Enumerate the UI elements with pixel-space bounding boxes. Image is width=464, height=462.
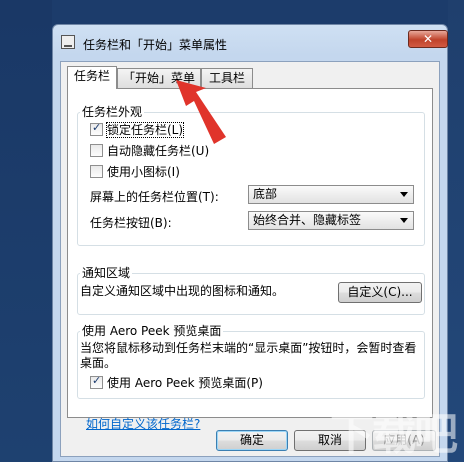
checkbox-box[interactable] xyxy=(90,121,103,136)
button-label: 确定 xyxy=(239,433,264,447)
group-title-appearance: 任务栏外观 xyxy=(80,103,145,120)
taskbar-buttons-label: 任务栏按钮(B): xyxy=(90,216,172,230)
desktop-background-right xyxy=(448,0,464,462)
close-icon: ✕ xyxy=(422,32,434,46)
lock-taskbar-checkbox[interactable]: 锁定任务栏(L) xyxy=(90,121,185,138)
group-title-notification: 通知区域 xyxy=(80,264,133,281)
tab-toolbars[interactable]: 工具栏 xyxy=(201,68,253,88)
site-watermark: 下载吧 xyxy=(330,409,458,460)
checkbox-label: 使用小图标(I) xyxy=(107,165,180,179)
tab-start-menu[interactable]: 「开始」菜单 xyxy=(117,68,201,88)
select-value: 底部 xyxy=(253,187,278,201)
taskbar-properties-icon xyxy=(61,35,75,49)
taskbar-properties-dialog: 任务栏和「开始」菜单属性 ✕ 任务栏 「开始」菜单 工具栏 任务栏外观 锁定任务… xyxy=(52,24,448,462)
tab-label: 工具栏 xyxy=(208,71,245,85)
select-value: 始终合并、隐藏标签 xyxy=(253,213,362,227)
taskbar-position-label: 屏幕上的任务栏位置(T): xyxy=(90,190,219,204)
taskbar-position-select[interactable]: 底部 xyxy=(248,185,414,204)
customize-notifications-button[interactable]: 自定义(C)... xyxy=(338,282,422,303)
title-bar[interactable]: 任务栏和「开始」菜单属性 ✕ xyxy=(53,25,448,55)
ok-button[interactable]: 确定 xyxy=(216,430,288,451)
tab-panel-taskbar: 任务栏外观 锁定任务栏(L) 自动隐藏任务栏(U) 使用小图标(I) 屏幕上的任… xyxy=(67,88,433,431)
tab-label: 任务栏 xyxy=(73,69,110,83)
aero-peek-description: 当您将鼠标移动到任务栏末端的“显示桌面”按钮时，会暂时查看桌面。 xyxy=(80,341,417,370)
checkbox-box[interactable] xyxy=(90,165,103,178)
small-icons-checkbox[interactable]: 使用小图标(I) xyxy=(90,163,180,179)
window-title: 任务栏和「开始」菜单属性 xyxy=(83,38,228,52)
customize-taskbar-help-link[interactable]: 如何自定义该任务栏? xyxy=(86,415,200,432)
checkbox-box[interactable] xyxy=(90,144,103,157)
chevron-down-icon xyxy=(400,218,408,223)
aero-peek-checkbox[interactable]: 使用 Aero Peek 预览桌面(P) xyxy=(90,374,263,390)
tab-taskbar[interactable]: 任务栏 xyxy=(67,66,117,89)
auto-hide-checkbox[interactable]: 自动隐藏任务栏(U) xyxy=(90,142,209,158)
desktop-background-left xyxy=(0,0,52,462)
close-button[interactable]: ✕ xyxy=(408,30,448,48)
checkbox-label: 使用 Aero Peek 预览桌面(P) xyxy=(107,376,263,390)
tab-label: 「开始」菜单 xyxy=(122,71,195,85)
taskbar-buttons-select[interactable]: 始终合并、隐藏标签 xyxy=(248,211,414,230)
checkbox-label: 自动隐藏任务栏(U) xyxy=(107,144,210,158)
group-title-aero-peek: 使用 Aero Peek 预览桌面 xyxy=(80,322,224,339)
chevron-down-icon xyxy=(400,192,408,197)
notification-description: 自定义通知区域中出现的图标和通知。 xyxy=(80,284,285,298)
button-label: 自定义(C)... xyxy=(347,285,413,299)
checkbox-label: 锁定任务栏(L) xyxy=(105,122,185,138)
checkbox-box[interactable] xyxy=(90,374,103,389)
